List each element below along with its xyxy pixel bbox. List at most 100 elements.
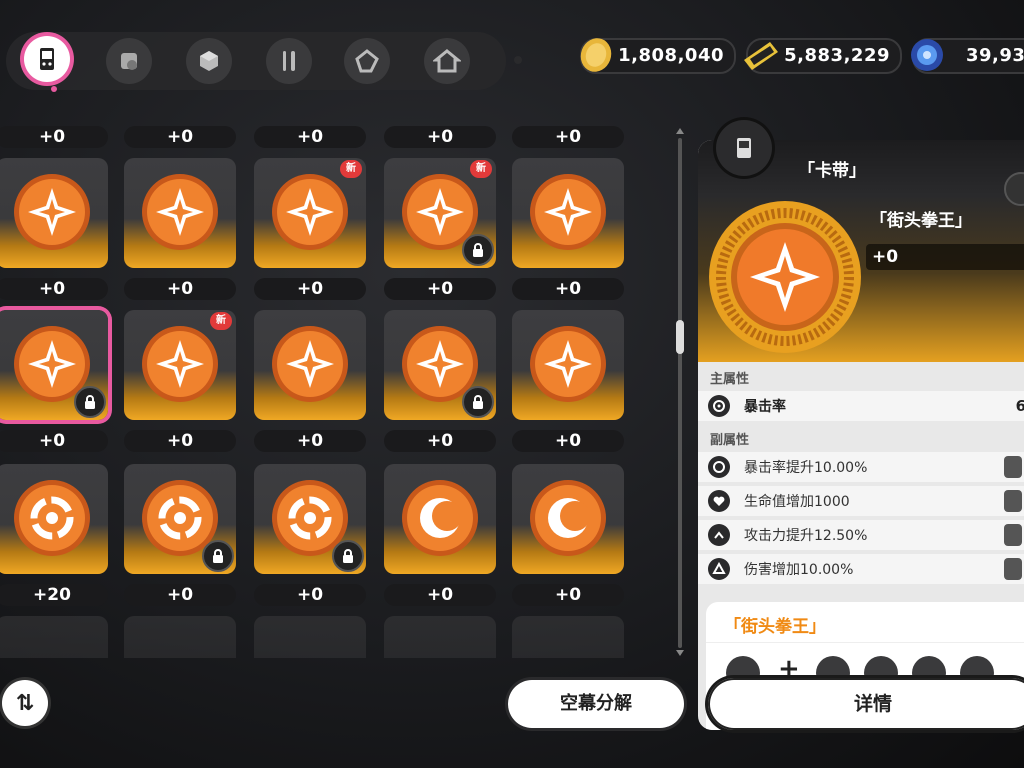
cassette-card[interactable] <box>384 464 496 574</box>
cassette-card[interactable]: 新 <box>384 158 496 268</box>
star-emblem-coin-icon <box>142 326 218 402</box>
new-badge: 新 <box>340 160 362 178</box>
cassette-icon <box>40 48 54 70</box>
tab-inventory[interactable] <box>106 38 152 84</box>
cassette-card[interactable] <box>0 158 108 268</box>
category-title: 「卡带」 <box>798 161 866 181</box>
cassette-card[interactable] <box>512 464 624 574</box>
gold-amount: 1,808,040 <box>618 45 724 66</box>
cassette-card[interactable] <box>384 310 496 420</box>
scrollbar-thumb[interactable] <box>676 320 684 354</box>
ticket-icon <box>744 42 778 70</box>
level-label: +0 <box>254 584 366 606</box>
lock-icon[interactable] <box>1004 524 1022 546</box>
cassette-card[interactable] <box>512 616 624 658</box>
cassette-icon <box>737 138 751 158</box>
star-emblem-coin-icon <box>530 174 606 250</box>
active-tab-indicator <box>51 86 57 92</box>
tab-cassette[interactable] <box>24 36 70 82</box>
divider <box>706 642 1024 643</box>
gold-coin-icon <box>580 38 612 72</box>
attributes-section: 主属性 暴击率 6 副属性 暴击率提升10.00% 生命值增加1000 攻击力提… <box>698 362 1024 588</box>
scroll-down-arrow[interactable] <box>676 650 684 656</box>
level-label: +0 <box>254 126 366 148</box>
cassette-card[interactable] <box>254 464 366 574</box>
cassette-card[interactable] <box>124 616 236 658</box>
lock-icon <box>462 386 494 418</box>
lock-icon[interactable] <box>1004 558 1022 580</box>
cassette-category-icon <box>716 120 772 176</box>
lock-icon <box>74 386 106 418</box>
gem-amount: 39,931 <box>966 45 1024 66</box>
lock-icon <box>202 540 234 572</box>
star-emblem-coin-icon <box>530 326 606 402</box>
lock-icon[interactable] <box>1004 456 1022 478</box>
lock-icon[interactable] <box>1004 490 1022 512</box>
cassette-card[interactable] <box>0 310 108 420</box>
sub-attr-label: 伤害增加10.00% <box>744 562 854 578</box>
details-button[interactable]: 详情 <box>708 678 1024 730</box>
heart-icon <box>708 490 730 512</box>
crit-icon <box>708 456 730 478</box>
gem-currency[interactable]: 39,931 <box>911 38 1024 74</box>
cassette-card[interactable] <box>384 616 496 658</box>
main-attr-value: 6 <box>1015 397 1024 415</box>
cassette-card[interactable] <box>0 464 108 574</box>
cassette-card[interactable] <box>124 158 236 268</box>
star-emblem-coin-icon <box>272 174 348 250</box>
decompose-button[interactable]: 空幕分解 <box>508 680 684 728</box>
sub-attr-row: 暴击率提升10.00% <box>698 452 1024 482</box>
cassette-card[interactable] <box>512 158 624 268</box>
cassette-grid: +0 +0 +0 +0 +0 +0 +0 新 +0 新 +0 +0 +0 新 +0 +0 +0 +0 +20 +0 +0… <box>0 118 660 658</box>
star-emblem-coin-icon <box>272 326 348 402</box>
star-emblem-coin-icon <box>142 174 218 250</box>
set-name: 「街头拳王」 <box>724 617 826 637</box>
attack-icon <box>708 524 730 546</box>
cassette-emblem-large <box>709 201 861 353</box>
fork-knife-icon <box>283 51 295 71</box>
blue-gem-icon <box>911 39 943 71</box>
cassette-card[interactable] <box>254 310 366 420</box>
cassette-card[interactable] <box>124 464 236 574</box>
crescent-emblem-coin-icon <box>402 480 478 556</box>
cassette-level: +0 <box>866 244 1024 270</box>
cassette-card[interactable] <box>0 616 108 658</box>
level-label: +0 <box>0 278 108 300</box>
level-label: +0 <box>254 430 366 452</box>
level-label: +0 <box>124 126 236 148</box>
cassette-card[interactable]: 新 <box>254 158 366 268</box>
sub-attr-label: 生命值增加1000 <box>744 494 850 510</box>
new-badge: 新 <box>210 312 232 330</box>
sub-attr-label: 攻击力提升12.50% <box>744 528 868 544</box>
cassette-card[interactable] <box>254 616 366 658</box>
bag-icon <box>121 53 137 70</box>
sub-attr-label: 暴击率提升10.00% <box>744 460 868 476</box>
level-label: +0 <box>512 126 624 148</box>
tab-food[interactable] <box>266 38 312 84</box>
cassette-name: 「街头拳王」 <box>870 211 972 231</box>
main-attr-heading: 主属性 <box>710 372 750 387</box>
level-label: +0 <box>124 278 236 300</box>
scroll-up-arrow[interactable] <box>676 128 684 134</box>
sub-attr-row: 伤害增加10.00% <box>698 554 1024 584</box>
cube-icon <box>200 51 218 71</box>
sub-attr-row: 攻击力提升12.50% <box>698 520 1024 550</box>
level-label: +0 <box>254 278 366 300</box>
level-label: +0 <box>512 430 624 452</box>
sort-button[interactable]: ⇅ <box>2 680 48 726</box>
tab-crystal[interactable] <box>344 38 390 84</box>
tab-materials[interactable] <box>186 38 232 84</box>
level-label: +0 <box>384 126 496 148</box>
main-attr-label: 暴击率 <box>744 399 786 415</box>
grid-scrollbar[interactable] <box>678 138 682 648</box>
new-badge: 新 <box>470 160 492 178</box>
tabbar-end-dot <box>514 56 522 64</box>
lock-icon <box>332 540 364 572</box>
main-attr-row: 暴击率 6 <box>698 391 1024 421</box>
level-label: +0 <box>384 584 496 606</box>
gold-currency[interactable]: 1,808,040 <box>580 38 736 74</box>
ticket-currency[interactable]: 5,883,229 <box>744 38 902 74</box>
cassette-card[interactable]: 新 <box>124 310 236 420</box>
cassette-card[interactable] <box>512 310 624 420</box>
tab-home[interactable] <box>424 38 470 84</box>
